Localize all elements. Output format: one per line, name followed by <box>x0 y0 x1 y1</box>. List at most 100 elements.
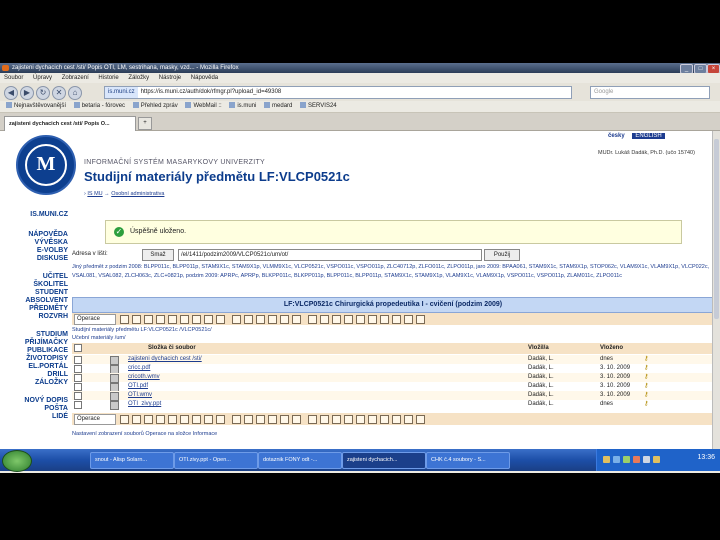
scrollbar-thumb[interactable] <box>714 139 719 319</box>
nav-zivotopisy[interactable]: ŽIVOTOPISY <box>20 355 68 363</box>
apply-button[interactable]: Použij <box>484 249 520 261</box>
tab-current[interactable]: zajisteni dychacich cest /sti/ Popis O..… <box>4 116 136 131</box>
tray-icon[interactable] <box>653 456 660 463</box>
table-row[interactable]: OTI.wmv Dadák, L. 3. 10. 2009 ⚷ <box>72 391 712 401</box>
key-icon[interactable]: ⚷ <box>644 382 648 391</box>
row-checkbox[interactable] <box>74 392 82 400</box>
select-all-checkbox[interactable] <box>74 344 82 352</box>
tool-icon[interactable] <box>144 415 153 424</box>
tool-icon[interactable] <box>256 315 265 324</box>
tool-icon[interactable] <box>216 415 225 424</box>
tool-icon[interactable] <box>268 315 277 324</box>
bookmark-item[interactable]: Přehled zpráv <box>132 102 178 109</box>
tool-icon[interactable] <box>320 315 329 324</box>
row-checkbox[interactable] <box>74 374 82 382</box>
clock[interactable]: 13:36 <box>697 454 715 461</box>
tool-icon[interactable] <box>232 415 241 424</box>
tool-icon[interactable] <box>392 315 401 324</box>
menu-upravy[interactable]: Úpravy <box>33 75 52 81</box>
nav-skolitel[interactable]: ŠKOLITEL <box>20 281 68 289</box>
nav-elportal[interactable]: EL.PORTÁL <box>20 363 68 371</box>
table-row[interactable]: cricoth.wmv Dadák, L. 3. 10. 2009 ⚷ <box>72 373 712 383</box>
taskbar-item-active[interactable]: zajisteni dychacich... <box>342 452 426 469</box>
tool-icon[interactable] <box>404 315 413 324</box>
erase-button[interactable]: Smaž <box>142 249 174 261</box>
file-name-link[interactable]: cricc.pdf <box>128 364 150 373</box>
nav-predmety[interactable]: PŘEDMĚTY <box>20 305 68 313</box>
key-icon[interactable]: ⚷ <box>644 400 648 409</box>
tool-icon[interactable] <box>292 315 301 324</box>
menu-zalozky[interactable]: Záložky <box>128 75 149 81</box>
tool-icon[interactable] <box>380 415 389 424</box>
tool-icon[interactable] <box>320 415 329 424</box>
tool-icon[interactable] <box>380 315 389 324</box>
bookmark-item[interactable]: medard <box>264 102 292 109</box>
column-date[interactable]: Vloženo <box>600 343 623 354</box>
nav-drill[interactable]: DRILL <box>20 371 68 379</box>
operations-select[interactable]: Operace <box>74 314 116 325</box>
nav-ucitel[interactable]: UČITEL <box>20 273 68 281</box>
home-icon[interactable]: ⌂ <box>68 86 82 100</box>
nav-lide[interactable]: LIDÉ <box>20 413 68 421</box>
tool-icon[interactable] <box>368 315 377 324</box>
key-icon[interactable]: ⚷ <box>644 391 648 400</box>
breadcrumb-ismu[interactable]: IS MU <box>87 191 102 197</box>
nav-rozvrh[interactable]: ROZVRH <box>20 313 68 321</box>
table-row[interactable]: zajisteni dychacich cest /sti/ Dadák, L.… <box>72 355 712 365</box>
key-icon[interactable]: ⚷ <box>644 355 648 364</box>
tool-icon[interactable] <box>268 415 277 424</box>
table-row[interactable]: OTI_zivy.ppt Dadák, L. dnes ⚷ <box>72 400 712 410</box>
tray-icon[interactable] <box>633 456 640 463</box>
file-name-link[interactable]: zajisteni dychacich cest /sti/ <box>128 355 202 364</box>
row-checkbox[interactable] <box>74 401 82 409</box>
menu-zobrazeni[interactable]: Zobrazení <box>62 75 89 81</box>
path-root-link[interactable]: Studijní materiály předmětu LF:VLCP0521c… <box>72 327 212 333</box>
row-checkbox[interactable] <box>74 383 82 391</box>
nav-napoveda[interactable]: NÁPOVĚDA <box>20 231 68 239</box>
file-name-link[interactable]: OTI_zivy.ppt <box>128 400 161 409</box>
tray-icon[interactable] <box>603 456 610 463</box>
tool-icon[interactable] <box>332 415 341 424</box>
bookmark-item[interactable]: Nejnavštěvovanější <box>6 102 66 109</box>
table-row[interactable]: cricc.pdf Dadák, L. 3. 10. 2009 ⚷ <box>72 364 712 374</box>
nav-publikace[interactable]: PUBLIKACE <box>20 347 68 355</box>
menu-historie[interactable]: Historie <box>98 75 118 81</box>
nav-zalozky[interactable]: ZÁLOŽKY <box>20 379 68 387</box>
tool-icon[interactable] <box>280 315 289 324</box>
breadcrumb-admin[interactable]: Osobní administrativa <box>111 191 164 197</box>
forward-icon[interactable]: ▶ <box>20 86 34 100</box>
tool-icon[interactable] <box>344 415 353 424</box>
table-row[interactable]: OTI.pdf Dadák, L. 3. 10. 2009 ⚷ <box>72 382 712 392</box>
stop-icon[interactable]: ✕ <box>52 86 66 100</box>
tool-icon[interactable] <box>368 415 377 424</box>
tool-icon[interactable] <box>204 415 213 424</box>
key-icon[interactable]: ⚷ <box>644 364 648 373</box>
tool-icon[interactable] <box>292 415 301 424</box>
tool-icon[interactable] <box>232 315 241 324</box>
file-name-link[interactable]: OTI.pdf <box>128 382 148 391</box>
file-name-link[interactable]: OTI.wmv <box>128 391 152 400</box>
tool-icon[interactable] <box>256 415 265 424</box>
tool-icon[interactable] <box>144 315 153 324</box>
file-name-link[interactable]: cricoth.wmv <box>128 373 160 382</box>
bookmark-item[interactable]: WebMail :: <box>185 102 222 109</box>
taskbar-item[interactable]: CHK č.4 soubory - S... <box>426 452 510 469</box>
tray-icon[interactable] <box>623 456 630 463</box>
tool-icon[interactable] <box>120 315 129 324</box>
tool-icon[interactable] <box>204 315 213 324</box>
taskbar-item[interactable]: dotaznik FONY odt -... <box>258 452 342 469</box>
menu-napoveda[interactable]: Nápověda <box>191 75 218 81</box>
nav-ismu[interactable]: IS.MUNI.CZ <box>20 211 68 219</box>
tool-icon[interactable] <box>344 315 353 324</box>
menu-nastroje[interactable]: Nástroje <box>159 75 181 81</box>
tool-icon[interactable] <box>192 315 201 324</box>
nav-absolvent[interactable]: ABSOLVENT <box>20 297 68 305</box>
row-checkbox[interactable] <box>74 356 82 364</box>
tool-icon[interactable] <box>308 415 317 424</box>
site-identity-badge[interactable]: is.muni.cz <box>105 87 138 98</box>
nav-studium[interactable]: STUDIUM <box>20 331 68 339</box>
tool-icon[interactable] <box>244 315 253 324</box>
nav-student[interactable]: STUDENT <box>20 289 68 297</box>
tool-icon[interactable] <box>308 315 317 324</box>
tool-icon[interactable] <box>156 315 165 324</box>
